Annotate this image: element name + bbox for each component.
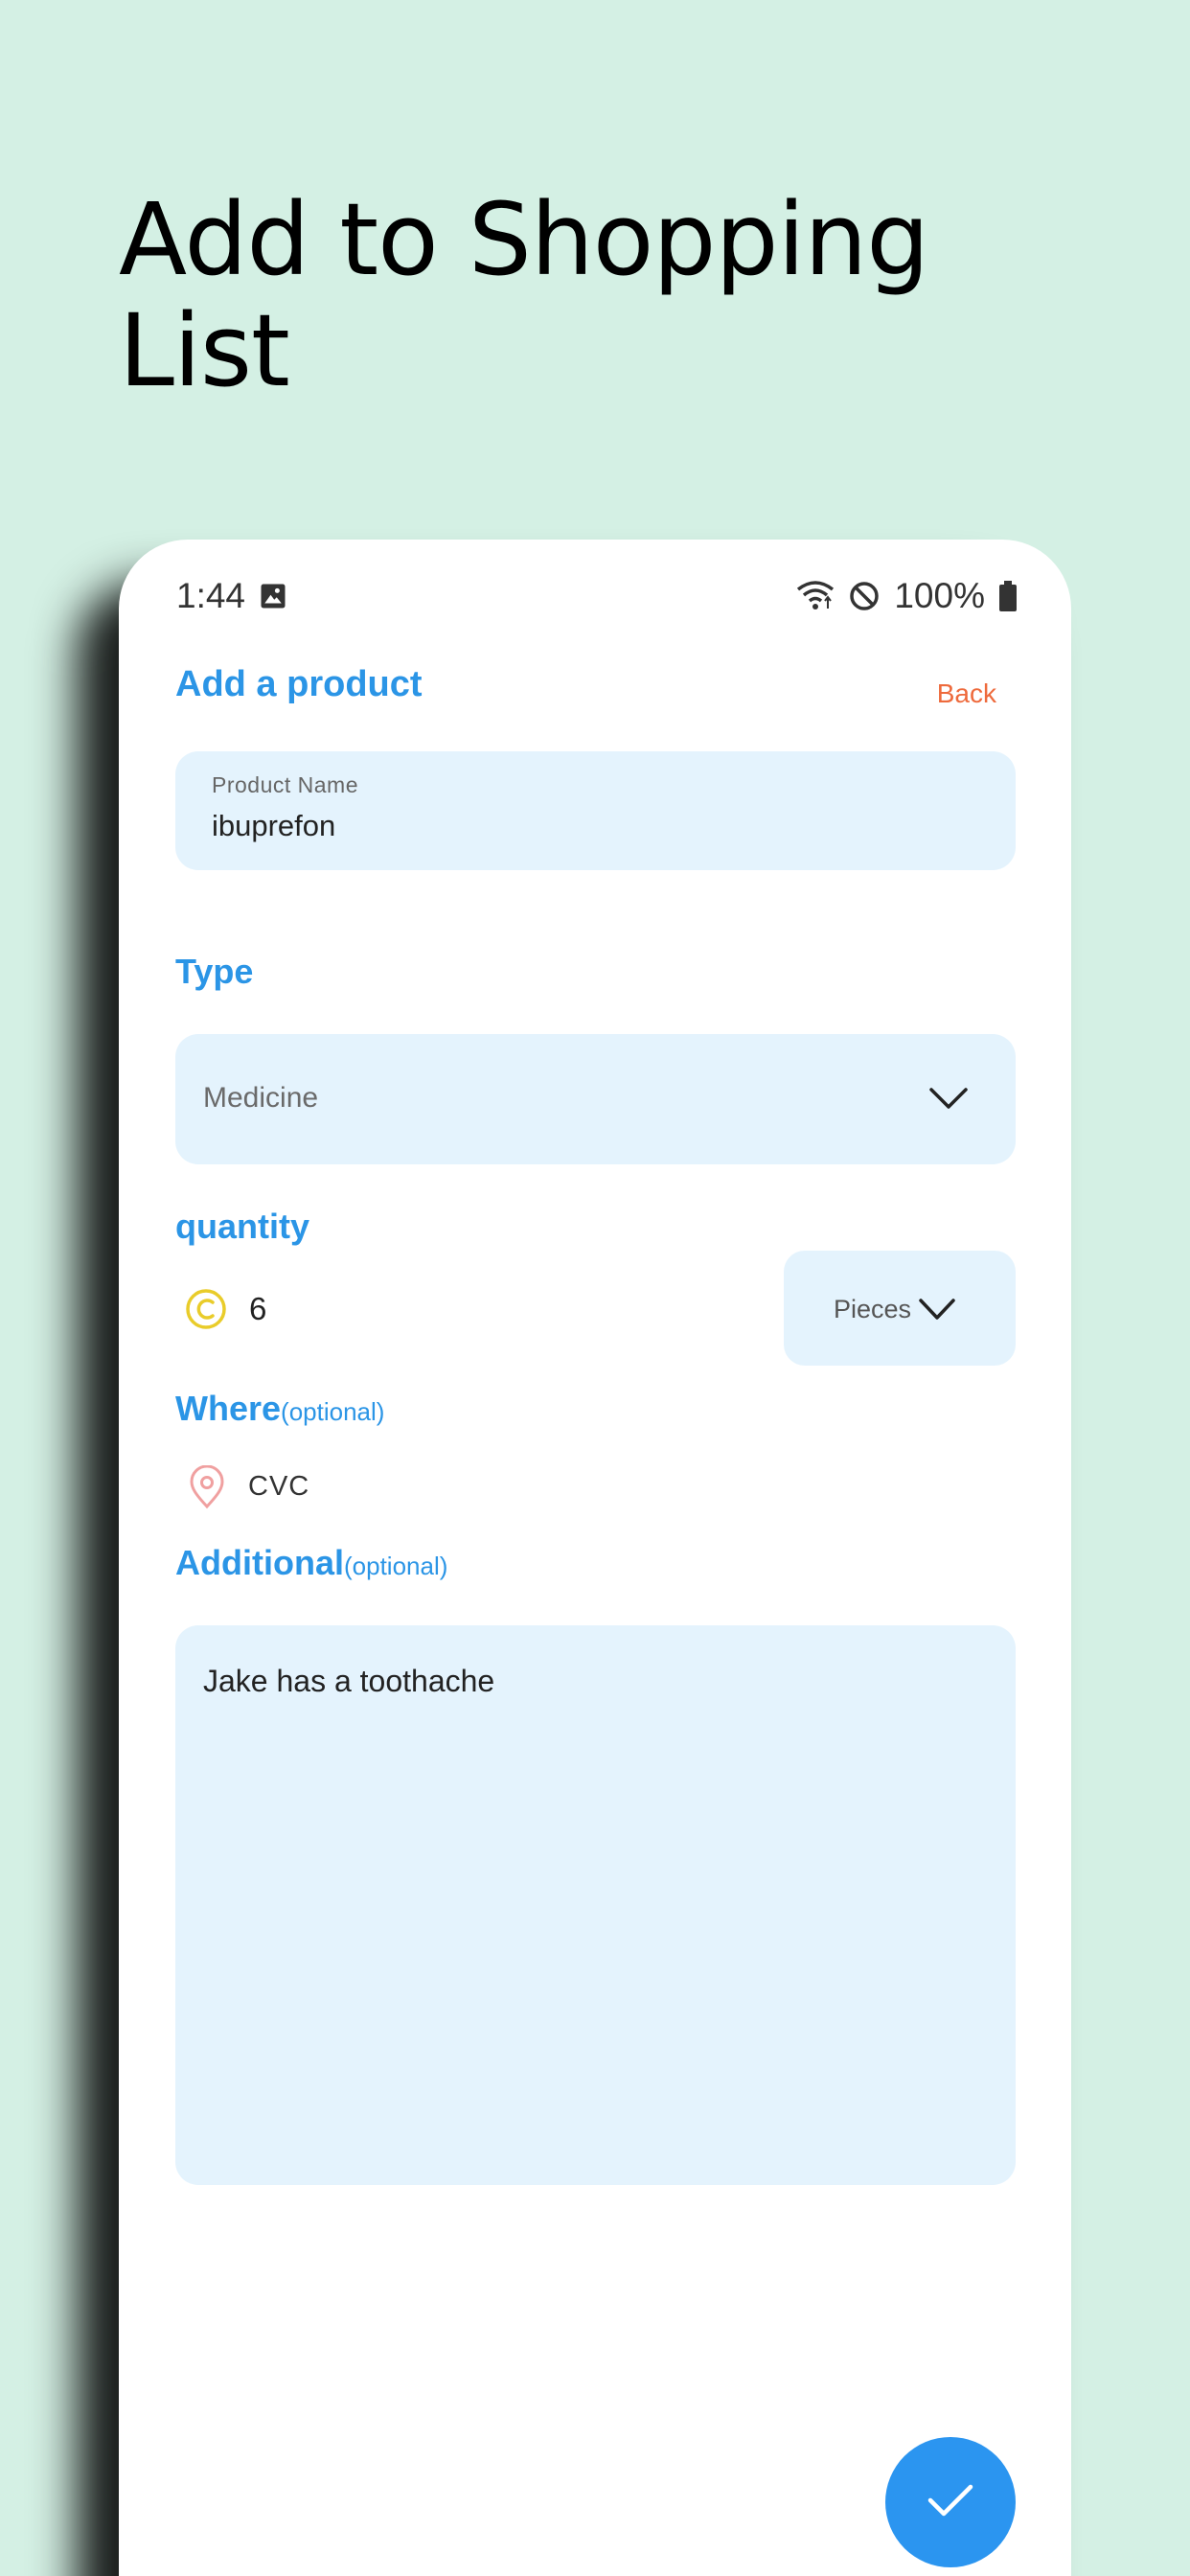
chevron-down-icon	[928, 1082, 969, 1119]
phone-screen: 1:44 100% Add a product Back Product Nam…	[119, 540, 1071, 2576]
submit-button[interactable]	[885, 2437, 1016, 2567]
unit-dropdown[interactable]: Pieces	[784, 1251, 1016, 1366]
where-input[interactable]: CVC	[248, 1471, 309, 1503]
status-right: 100%	[796, 576, 1018, 616]
additional-optional-hint: (optional)	[343, 1552, 448, 1580]
additional-label-text: Additional	[175, 1543, 344, 1582]
additional-notes-textarea[interactable]: Jake has a toothache	[175, 1625, 1016, 2185]
page-headline: Add to Shopping List	[119, 181, 929, 409]
chevron-down-icon	[918, 1295, 956, 1328]
image-icon	[259, 582, 287, 610]
product-name-value[interactable]: ibuprefon	[212, 809, 335, 843]
status-left: 1:44	[176, 576, 287, 616]
unit-selected-value: Pieces	[834, 1295, 912, 1323]
additional-notes-value: Jake has a toothache	[203, 1664, 495, 1698]
do-not-disturb-icon	[848, 580, 881, 612]
additional-label: Additional(optional)	[175, 1543, 447, 1583]
type-label: Type	[175, 952, 254, 991]
battery-percent: 100%	[894, 576, 985, 615]
product-name-label: Product Name	[212, 772, 359, 797]
type-selected-value: Medicine	[203, 1082, 319, 1114]
status-time: 1:44	[176, 576, 246, 615]
quantity-input[interactable]: 6	[249, 1291, 266, 1327]
wifi-icon	[796, 580, 835, 612]
where-optional-hint: (optional)	[281, 1397, 385, 1426]
back-button[interactable]: Back	[937, 678, 996, 709]
product-name-field[interactable]: Product Name ibuprefon	[175, 751, 1016, 870]
type-dropdown[interactable]: Medicine	[175, 1034, 1016, 1164]
quantity-label: quantity	[175, 1207, 309, 1246]
coin-icon	[182, 1285, 230, 1338]
check-icon	[926, 2481, 975, 2524]
status-bar: 1:44 100%	[176, 564, 1018, 628]
location-pin-icon	[188, 1464, 226, 1514]
where-label: Where(optional)	[175, 1389, 384, 1429]
where-label-text: Where	[175, 1389, 282, 1428]
form-title: Add a product	[175, 664, 423, 704]
battery-icon	[998, 581, 1018, 611]
